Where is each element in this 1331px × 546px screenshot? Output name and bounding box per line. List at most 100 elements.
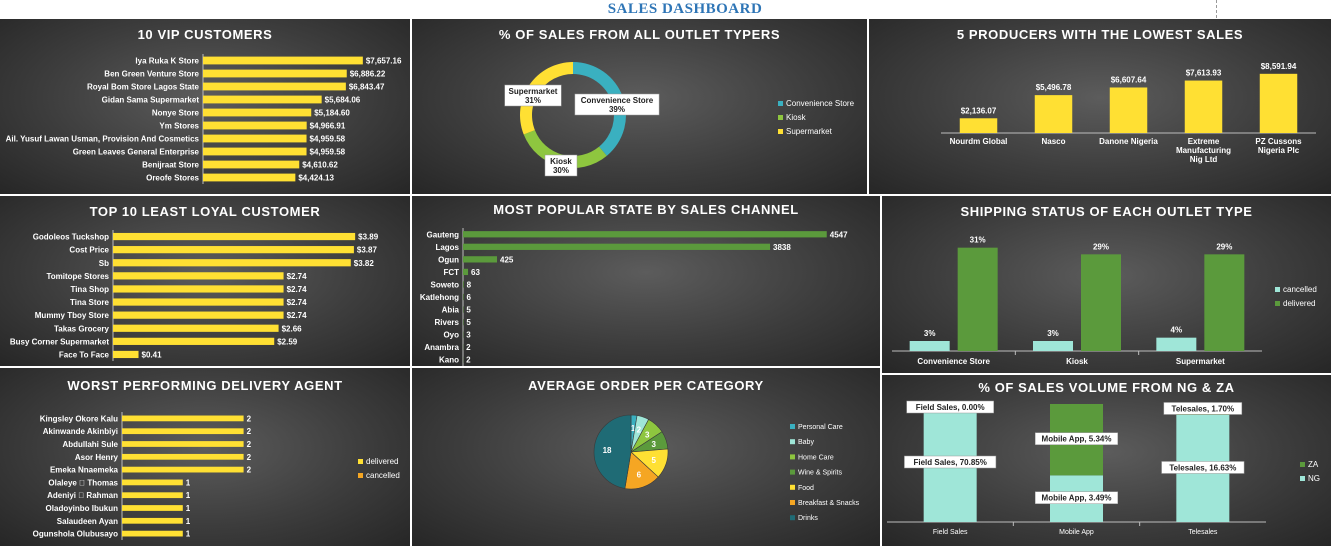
bar-cancelled bbox=[909, 341, 950, 351]
bar bbox=[463, 243, 771, 250]
data-label: 6 bbox=[466, 293, 471, 302]
legend-swatch bbox=[1300, 476, 1305, 481]
data-label: $4,424.13 bbox=[298, 174, 334, 183]
legend-swatch bbox=[1275, 287, 1280, 292]
least-loyal-chart: Godoleos Tuckshop $3.89 Cost Price $3.87 Sb $… bbox=[10, 230, 379, 361]
data-label: 31% bbox=[970, 236, 986, 245]
data-label: $5,184.60 bbox=[314, 109, 350, 118]
data-label: 1 bbox=[186, 530, 191, 539]
legend-swatch bbox=[790, 454, 795, 460]
data-label: Mobile App, 3.49% bbox=[1042, 494, 1112, 503]
bar bbox=[122, 517, 183, 524]
data-label: 6 bbox=[637, 471, 642, 480]
legend-label: delivered bbox=[366, 457, 398, 466]
bar-cancelled bbox=[1156, 337, 1197, 351]
category-label: Green Leaves General Enterprise bbox=[73, 148, 200, 157]
legend-label: NG bbox=[1308, 474, 1320, 483]
category-label: Convenience Store bbox=[917, 357, 990, 366]
legend-label: Breakfast & Snacks bbox=[798, 500, 860, 507]
bar bbox=[203, 82, 346, 91]
category-label: Iya Ruka K Store bbox=[135, 57, 199, 66]
category-label: Manufacturing bbox=[1176, 146, 1231, 155]
bar-delivered bbox=[957, 247, 998, 351]
data-label: $6,886.22 bbox=[350, 70, 386, 79]
category-label: Oyo bbox=[443, 331, 459, 340]
bar bbox=[203, 108, 312, 117]
data-label: $2.74 bbox=[287, 298, 308, 307]
data-label: Mobile App, 5.34% bbox=[1042, 435, 1112, 444]
bar bbox=[203, 121, 307, 130]
bar bbox=[203, 69, 347, 78]
category-label: Emeka Nnaemeka bbox=[50, 466, 119, 475]
category-label: Tina Store bbox=[70, 298, 110, 307]
category-label: Nonye Store bbox=[152, 109, 200, 118]
data-label: 5 bbox=[466, 306, 471, 315]
legend-label: Convenience Store bbox=[786, 99, 855, 108]
data-label: 29% bbox=[1093, 242, 1109, 251]
bar bbox=[122, 492, 183, 499]
legend-swatch bbox=[790, 484, 795, 490]
data-label: $8,591.94 bbox=[1261, 62, 1297, 71]
bar bbox=[122, 479, 183, 486]
page-break-line bbox=[1216, 0, 1217, 18]
data-label: 3% bbox=[924, 329, 936, 338]
bar-delivered bbox=[1204, 254, 1245, 351]
category-label: Lagos bbox=[435, 243, 459, 252]
category-label: Extreme bbox=[1188, 137, 1220, 146]
data-label: 29% bbox=[1216, 242, 1232, 251]
legend-swatch bbox=[358, 459, 363, 464]
category-label: Field Sales bbox=[933, 529, 968, 536]
pie-slice bbox=[593, 414, 632, 489]
category-label: Adeniyi   Rahman bbox=[47, 491, 118, 500]
data-label: Telesales, 1.70% bbox=[1172, 404, 1235, 413]
bar bbox=[203, 160, 300, 169]
category-label: Godoleos Tuckshop bbox=[33, 233, 109, 242]
category-label: Ben Green Venture Store bbox=[104, 70, 199, 79]
category-label: Face To Face bbox=[59, 350, 110, 359]
data-label: $6,607.64 bbox=[1111, 75, 1147, 84]
data-label: $2.74 bbox=[287, 285, 308, 294]
data-label: $2.59 bbox=[277, 337, 298, 346]
category-label: Oladoyinbo Ibukun bbox=[46, 504, 119, 513]
data-label: 2 bbox=[466, 343, 471, 352]
data-label: 3 bbox=[652, 440, 657, 449]
legend-swatch bbox=[778, 101, 783, 106]
bar bbox=[122, 530, 183, 537]
legend-swatch bbox=[1275, 301, 1280, 306]
legend-swatch bbox=[778, 115, 783, 120]
category-label: Nasco bbox=[1041, 137, 1065, 146]
category-label: Abia bbox=[442, 306, 460, 315]
category-label: Katlehong bbox=[420, 293, 459, 302]
category-label: Tomitope Stores bbox=[46, 272, 109, 281]
legend-label: Food bbox=[798, 485, 814, 492]
data-label: $4,959.58 bbox=[310, 135, 346, 144]
data-label-category: Kiosk bbox=[550, 157, 572, 166]
category-label: Anambra bbox=[424, 343, 459, 352]
legend-label: delivered bbox=[1283, 299, 1315, 308]
category-label: Rivers bbox=[435, 318, 460, 327]
avg-order-chart: 1 2335618Personal CareBabyHome CareWine &… bbox=[593, 414, 860, 522]
bar bbox=[122, 441, 244, 447]
bar bbox=[959, 118, 998, 133]
bar bbox=[122, 453, 244, 460]
data-label-value: 31% bbox=[525, 96, 541, 105]
data-label: $4,610.62 bbox=[302, 161, 338, 170]
bar bbox=[1034, 95, 1073, 133]
data-label: 5 bbox=[466, 318, 471, 327]
bar-delivered bbox=[1081, 254, 1121, 351]
bar bbox=[463, 281, 464, 288]
category-label: Kingsley Okore Kalu bbox=[40, 414, 118, 423]
vip-customers-chart: Iya Ruka K Store $7,657.16 Ben Green Ventu… bbox=[6, 54, 402, 184]
bar bbox=[122, 466, 244, 473]
bar bbox=[113, 311, 284, 319]
lowest-producers-chart: $2,136.07 Nourdm Global $5,496.78 Nasco $6,6… bbox=[941, 62, 1316, 164]
lowest-producers-panel: 5 PRODUCERS WITH THE LOWEST SALES $2,136… bbox=[869, 19, 1331, 194]
state-channel-chart: Gauteng 4547Lagos 3838Ogun 425FCT 63Soweto 8K… bbox=[420, 228, 848, 366]
category-label: Kiosk bbox=[1066, 357, 1088, 366]
bar bbox=[122, 428, 244, 435]
bar-cancelled bbox=[1033, 341, 1073, 351]
category-label: Tina Shop bbox=[70, 285, 109, 294]
data-label: 3% bbox=[1047, 329, 1059, 338]
data-label: 2 bbox=[247, 466, 252, 475]
bar bbox=[203, 134, 307, 143]
